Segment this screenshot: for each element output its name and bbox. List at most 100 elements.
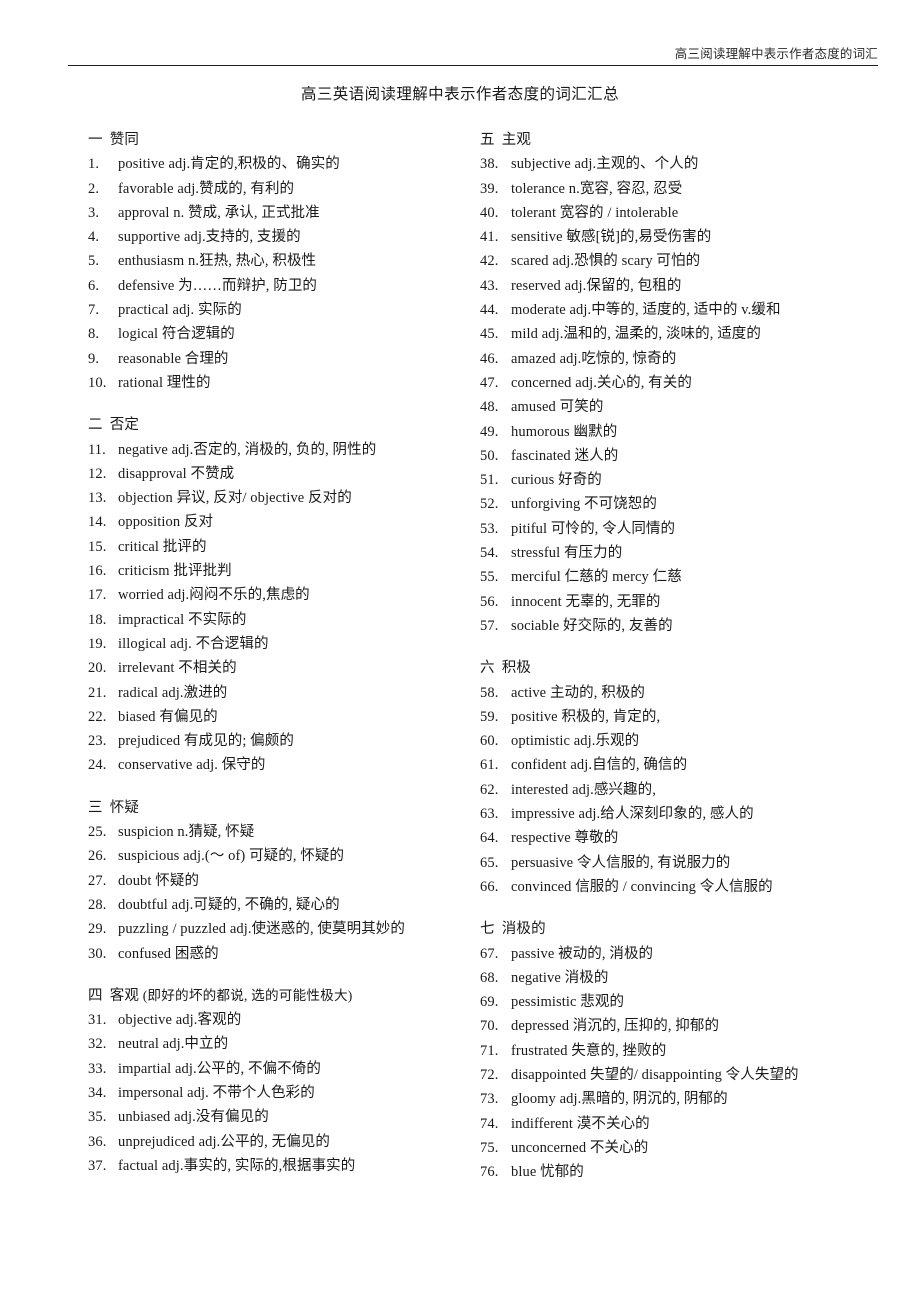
vocab-entry: 37. factual adj.事实的, 实际的,根据事实的 [88,1154,395,1178]
vocab-entry: 62. interested adj.感兴趣的, [480,778,920,802]
entry-text: approval n. 赞成, 承认, 正式批准 [118,204,320,221]
entry-text: depressed 消沉的, 压抑的, 抑郁的 [511,1018,720,1035]
section-heading: 二否定 [88,413,395,437]
section-number: 一 [88,132,103,148]
document-page: 高三阅读理解中表示作者态度的词汇 高三英语阅读理解中表示作者态度的词汇汇总 一赞… [0,0,920,1302]
entry-number: 37. [88,1157,107,1174]
entry-number: 42. [480,253,499,270]
entry-text: doubtful adj.可疑的, 不确的, 疑心的 [118,896,340,913]
entry-number: 23. [88,733,107,750]
entry-number: 71. [480,1042,499,1059]
section-x: 五主观 38. subjective adj.主观的、个人的 39. tolerance… [480,128,920,638]
vocab-entry: 16. criticism 批评批判 [88,559,395,583]
entry-number: 69. [480,994,499,1011]
entry-number: 16. [88,563,107,580]
entry-text: conservative adj. 保守的 [118,757,266,774]
vocab-entry: 72. disappointed 失望的/ disappointing 令人失望的 [480,1063,920,1087]
entry-text: reasonable 合理的 [118,350,229,367]
entry-text: prejudiced 有成见的; 偏颇的 [118,733,294,750]
entry-text: opposition 反对 [118,514,214,531]
entry-number: 57. [480,617,499,634]
entry-text: sociable 好交际的, 友善的 [511,617,673,634]
entry-number: 65. [480,854,499,871]
header-divider [68,65,878,66]
vocab-entry: 4. supportive adj.支持的, 支援的 [88,225,395,249]
vocab-entry: 58. active 主动的, 积极的 [480,681,920,705]
vocab-entry: 38. subjective adj.主观的、个人的 [480,152,920,176]
column-left: 一赞同 1. positive adj.肯定的,积极的、确实的 2. favorable… [0,128,405,1178]
entry-text: neutral adj.中立的 [118,1036,229,1053]
vocab-entry: 30. confused 困惑的 [88,942,395,966]
entry-number: 50. [480,447,499,464]
vocab-entry: 52. unforgiving 不可饶恕的 [480,492,920,516]
entry-text: mild adj.温和的, 温柔的, 淡味的, 适度的 [511,326,761,343]
vocab-entry: 50. fascinated 迷人的 [480,444,920,468]
vocab-entry: 64. respective 尊敬的 [480,826,920,850]
section-x: 四客观 (即好的坏的都说, 选的可能性极大) 31. objective adj.客… [88,984,395,1178]
vocab-entry: 24. conservative adj. 保守的 [88,753,395,777]
entry-number: 31. [88,1012,107,1029]
entry-number: 15. [88,538,107,555]
vocab-entry: 17. worried adj.闷闷不乐的,焦虑的 [88,583,395,607]
vocab-entry: 15. critical 批评的 [88,535,395,559]
entry-number: 2. [88,180,100,197]
entry-number: 8. [88,326,100,343]
section-heading: 四客观 (即好的坏的都说, 选的可能性极大) [88,984,395,1008]
entry-text: puzzling / puzzled adj.使迷惑的, 使莫明其妙的 [118,921,406,938]
section-name: 怀疑 [109,799,140,816]
vocab-entry: 32. neutral adj.中立的 [88,1032,395,1056]
entry-text: moderate adj.中等的, 适度的, 适中的 v.缓和 [511,302,781,319]
section-number: 五 [480,132,495,148]
entry-text: unbiased adj.没有偏见的 [118,1109,269,1126]
vocab-entry: 13. objection 异议, 反对/ objective 反对的 [88,486,395,510]
vocab-entry: 14. opposition 反对 [88,510,395,534]
vocab-entry: 9. reasonable 合理的 [88,347,395,371]
entry-number: 67. [480,945,499,962]
vocab-entry: 53. pitiful 可怜的, 令人同情的 [480,517,920,541]
entry-number: 36. [88,1133,107,1150]
entry-text: objection 异议, 反对/ objective 反对的 [118,490,352,507]
vocab-entry: 67. passive 被动的, 消极的 [480,942,920,966]
entry-number: 32. [88,1036,107,1053]
entry-number: 22. [88,708,107,725]
vocab-entry: 76. blue 忧郁的 [480,1160,920,1184]
vocab-entry: 43. reserved adj.保留的, 包租的 [480,274,920,298]
entry-text: disappointed 失望的/ disappointing 令人失望的 [511,1066,799,1083]
vocab-entry: 28. doubtful adj.可疑的, 不确的, 疑心的 [88,893,395,917]
vocab-entry: 74. indifferent 漠不关心的 [480,1112,920,1136]
section-name: 客观 [109,987,140,1004]
vocab-entry: 54. stressful 有压力的 [480,541,920,565]
entry-text: blue 忧郁的 [511,1164,584,1181]
section-name: 主观 [501,132,532,148]
vocab-entry: 69. pessimistic 悲观的 [480,990,920,1014]
vocab-entry: 61. confident adj.自信的, 确信的 [480,753,920,777]
section-number: 六 [480,660,495,677]
section-heading: 三怀疑 [88,796,395,820]
entry-number: 27. [88,872,107,889]
vocab-entry: 51. curious 好奇的 [480,468,920,492]
entry-text: negative 消极的 [511,969,609,986]
entry-text: impersonal adj. 不带个人色彩的 [118,1084,315,1101]
entry-text: scared adj.恐惧的 scary 可怕的 [511,253,701,270]
entry-text: tolerance n.宽容, 容忍, 忍受 [511,180,683,197]
entry-text: reserved adj.保留的, 包租的 [511,277,682,294]
page-title: 高三英语阅读理解中表示作者态度的词汇汇总 [300,86,619,103]
entry-text: optimistic adj.乐观的 [511,733,640,750]
entry-text: favorable adj.赞成的, 有利的 [118,180,295,197]
entry-text: factual adj.事实的, 实际的,根据事实的 [118,1157,356,1174]
vocab-entry: 12. disapproval 不赞成 [88,462,395,486]
entry-number: 66. [480,878,499,895]
vocab-entry: 71. frustrated 失意的, 挫败的 [480,1039,920,1063]
vocab-entry: 8. logical 符合逻辑的 [88,322,395,346]
entry-text: biased 有偏见的 [118,708,218,725]
entry-text: practical adj. 实际的 [118,302,242,319]
entry-number: 43. [480,277,499,294]
entry-text: convinced 信服的 / convincing 令人信服的 [511,878,773,895]
section-number: 三 [88,799,103,816]
vocab-entry: 19. illogical adj. 不合逻辑的 [88,632,395,656]
section-name: 否定 [109,417,140,434]
vocab-entry: 68. negative 消极的 [480,966,920,990]
vocab-entry: 44. moderate adj.中等的, 适度的, 适中的 v.缓和 [480,298,920,322]
entry-number: 19. [88,635,107,652]
entry-number: 24. [88,757,107,774]
